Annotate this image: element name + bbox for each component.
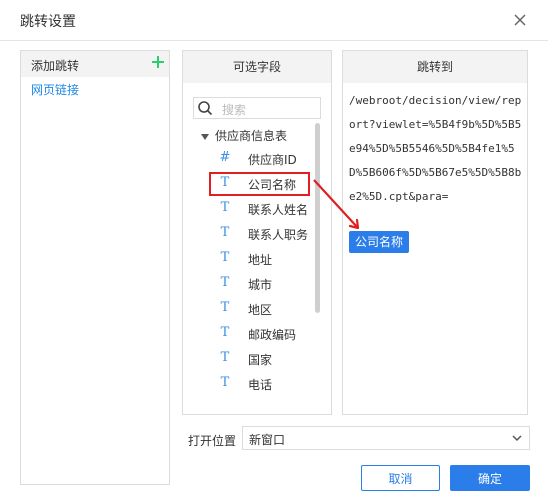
field-label: 供应商ID bbox=[248, 153, 297, 167]
field-label: 地址 bbox=[248, 253, 273, 267]
field-label: 邮政编码 bbox=[248, 328, 297, 342]
caret-down-icon[interactable] bbox=[201, 133, 209, 140]
jump-list-header: 添加跳转 bbox=[21, 51, 169, 77]
jump-target-panel: 跳转到 /webroot/decision/view/report?viewle… bbox=[342, 50, 528, 415]
search-icon bbox=[198, 101, 213, 116]
text-field-icon: T bbox=[220, 200, 230, 215]
cancel-button[interactable]: 取消 bbox=[361, 465, 440, 491]
text-field-icon: T bbox=[220, 375, 230, 390]
text-field-icon: T bbox=[220, 300, 230, 315]
close-icon[interactable] bbox=[512, 12, 528, 28]
text-field-icon: T bbox=[220, 225, 230, 240]
dialog-title: 跳转设置 bbox=[20, 14, 76, 30]
field-label: 国家 bbox=[248, 353, 273, 367]
tree-root-supplier-table[interactable]: 供应商信息表 bbox=[201, 127, 287, 144]
number-field-icon: # bbox=[219, 150, 231, 165]
open-position-select[interactable]: 新窗口 bbox=[242, 426, 530, 450]
add-jump-icon[interactable] bbox=[151, 55, 165, 69]
jump-item-web-link[interactable]: 网页链接 bbox=[31, 81, 79, 98]
field-label: 联系人职务 bbox=[248, 228, 309, 242]
add-jump-label: 添加跳转 bbox=[31, 59, 80, 73]
field-label: 地区 bbox=[248, 303, 273, 317]
fields-header: 可选字段 bbox=[183, 51, 331, 83]
highlight-box bbox=[209, 172, 310, 196]
search-placeholder: 搜索 bbox=[222, 103, 247, 117]
text-field-icon: T bbox=[220, 350, 230, 365]
tree-root-label: 供应商信息表 bbox=[215, 129, 288, 143]
open-position-label: 打开位置 bbox=[188, 434, 237, 448]
field-label: 电话 bbox=[248, 378, 273, 392]
param-chip[interactable]: 公司名称 bbox=[349, 231, 410, 253]
text-field-icon: T bbox=[220, 325, 230, 340]
text-field-icon: T bbox=[220, 250, 230, 265]
jump-settings-dialog: 跳转设置 添加跳转 网页链接 可选字段 搜索 供应商信息表 # 供应商ID T 公司名… bbox=[0, 0, 548, 499]
field-label: 联系人姓名 bbox=[248, 203, 309, 217]
text-field-icon: T bbox=[220, 275, 230, 290]
field-label: 城市 bbox=[248, 278, 273, 292]
jump-url-text[interactable]: /webroot/decision/view/report?viewlet=%5… bbox=[349, 89, 523, 209]
jump-target-header: 跳转到 bbox=[343, 51, 527, 83]
jump-list-panel: 添加跳转 网页链接 bbox=[20, 50, 170, 485]
search-input[interactable]: 搜索 bbox=[193, 97, 321, 119]
dialog-header: 跳转设置 bbox=[0, 0, 548, 41]
ok-button[interactable]: 确定 bbox=[450, 465, 530, 491]
open-position-value: 新窗口 bbox=[249, 433, 286, 447]
fields-scrollbar[interactable] bbox=[315, 123, 320, 313]
chevron-down-icon bbox=[512, 435, 522, 442]
